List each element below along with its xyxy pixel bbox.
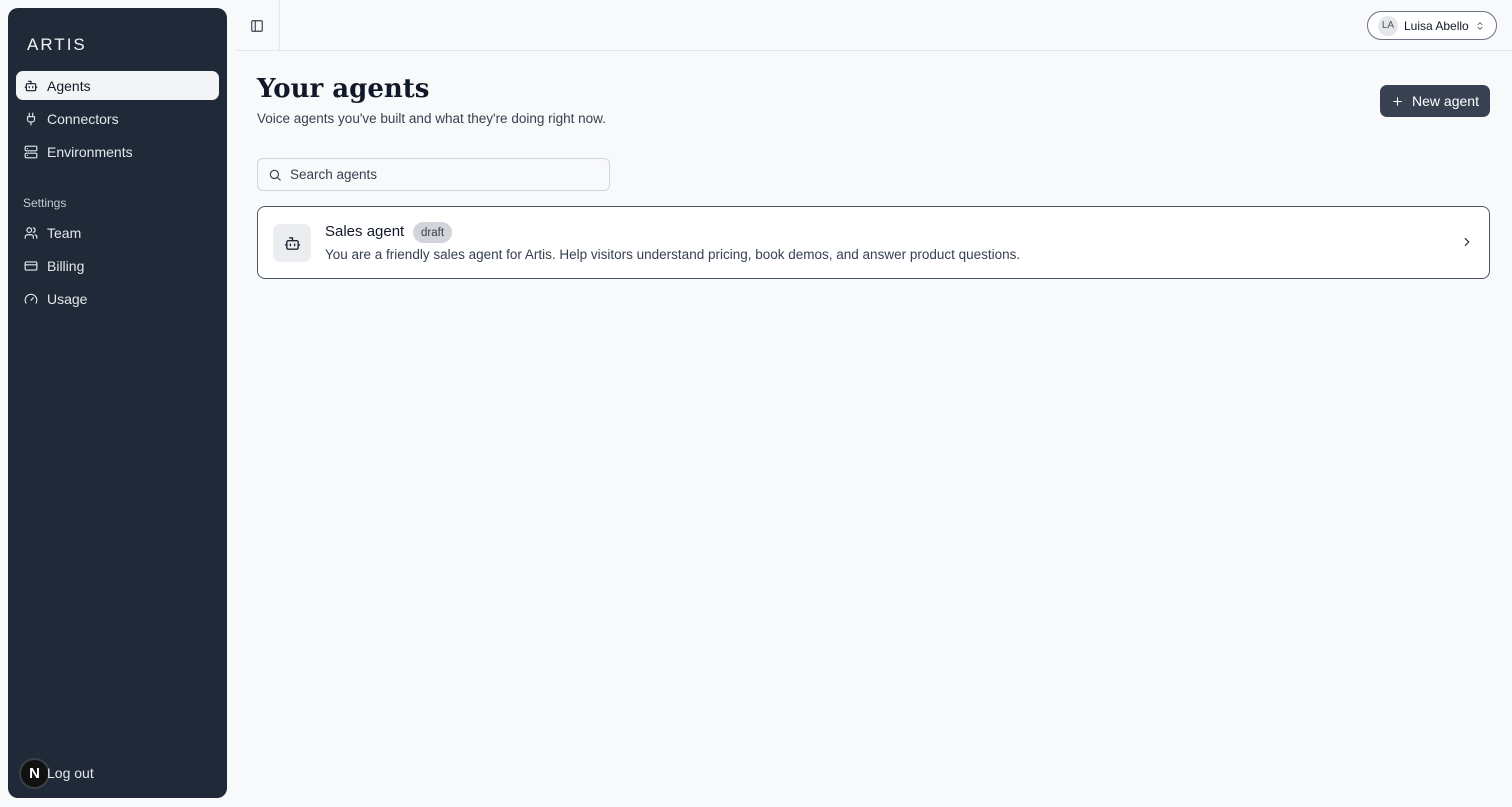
chevrons-up-down-icon — [1477, 21, 1483, 30]
sidebar-item-billing[interactable]: Billing — [16, 251, 219, 280]
dev-tools-badge[interactable]: N — [19, 757, 50, 789]
sidebar-item-label: Agents — [47, 77, 91, 94]
sidebar-item-agents[interactable]: Agents — [16, 71, 219, 100]
sidebar-item-usage[interactable]: Usage — [16, 284, 219, 313]
bot-icon — [284, 236, 300, 250]
panel-left-icon — [251, 19, 263, 32]
sidebar-item-label: Team — [47, 224, 82, 241]
sidebar-item-environments[interactable]: Environments — [16, 137, 219, 166]
bot-icon — [24, 80, 38, 91]
new-agent-label: New agent — [1412, 93, 1479, 109]
logout-label: Log out — [47, 765, 94, 781]
logout-button[interactable]: N Log out — [19, 757, 94, 789]
plug-icon — [26, 112, 36, 125]
agent-icon-tile — [273, 224, 311, 262]
settings-section-label: Settings — [23, 196, 67, 210]
settings-nav: Team Billing Usage — [16, 218, 219, 317]
sidebar-toggle-button[interactable] — [235, 0, 280, 51]
search-input[interactable] — [290, 167, 590, 182]
server-icon — [24, 145, 38, 158]
artis-logo[interactable]: ARTIS — [27, 35, 87, 54]
main-nav: Agents Connectors Environments — [16, 71, 219, 170]
plus-icon — [1393, 96, 1402, 106]
gauge-icon — [24, 293, 38, 304]
account-switcher[interactable]: LA Luisa Abello — [1367, 11, 1497, 40]
sidebar-item-team[interactable]: Team — [16, 218, 219, 247]
sidebar-item-label: Environments — [47, 143, 133, 160]
sidebar-item-label: Connectors — [47, 110, 119, 127]
chevron-right-icon — [1464, 237, 1470, 247]
avatar: LA — [1378, 15, 1398, 36]
sidebar-item-label: Billing — [47, 257, 85, 274]
search-icon — [269, 169, 281, 181]
sidebar-item-connectors[interactable]: Connectors — [16, 104, 219, 133]
agent-card[interactable]: Sales agent draft You are a friendly sal… — [257, 206, 1490, 279]
status-badge: draft — [413, 222, 453, 243]
sidebar: ARTIS Agents Connectors Environments Set… — [8, 8, 227, 798]
sidebar-item-label: Usage — [47, 290, 88, 307]
topbar: LA Luisa Abello — [235, 0, 1512, 51]
users-icon — [24, 226, 38, 239]
page-subtitle: Voice agents you've built and what they'… — [257, 111, 606, 126]
user-name: Luisa Abello — [1404, 18, 1469, 33]
page-title: Your agents — [257, 74, 430, 104]
new-agent-button[interactable]: New agent — [1380, 85, 1490, 117]
agent-description: You are a friendly sales agent for Artis… — [325, 247, 1021, 262]
search-box — [257, 158, 610, 191]
agent-name: Sales agent — [325, 223, 405, 240]
credit-card-icon — [24, 260, 38, 271]
